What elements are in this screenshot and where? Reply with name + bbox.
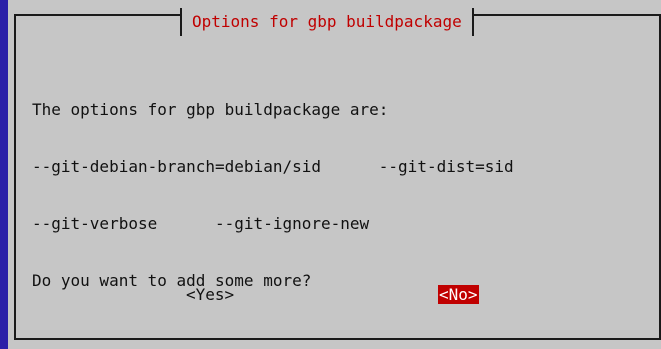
terminal-screen: Options for gbp buildpackage The options… — [0, 0, 661, 349]
message-line-2: --git-debian-branch=debian/sid --git-dis… — [32, 157, 514, 176]
yes-button[interactable]: <Yes> — [186, 285, 234, 304]
no-button[interactable]: <No> — [438, 285, 479, 304]
message-line-3: --git-verbose --git-ignore-new — [32, 214, 370, 233]
dialog-window: Options for gbp buildpackage The options… — [8, 0, 661, 349]
dialog-title: Options for gbp buildpackage — [192, 12, 462, 31]
message-line-1: The options for gbp buildpackage are: — [32, 100, 389, 119]
dialog-title-box: Options for gbp buildpackage — [180, 8, 474, 36]
